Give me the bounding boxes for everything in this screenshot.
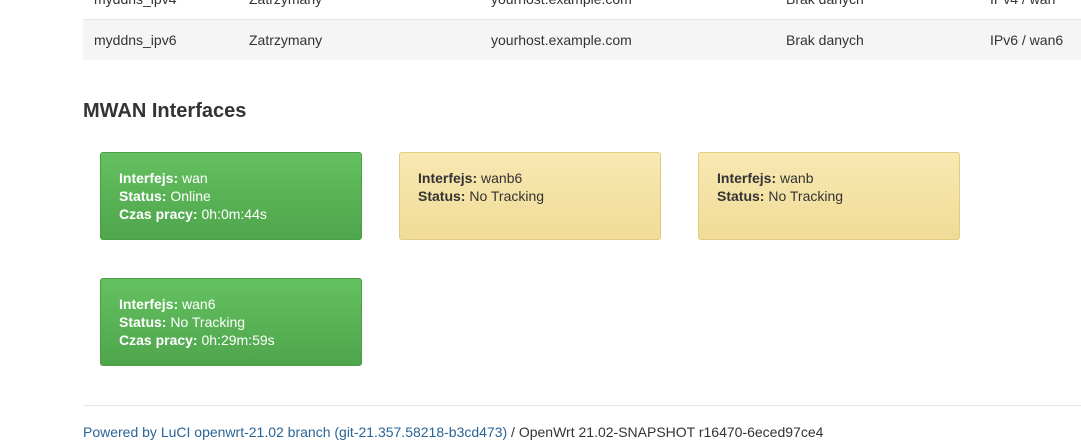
firmware-version: OpenWrt 21.02-SNAPSHOT r16470-6eced97ce4 xyxy=(518,424,824,440)
label-interface: Interfejs: xyxy=(418,170,478,186)
ddns-address: Brak danych xyxy=(786,0,864,19)
mwan-card-wan6: Interfejs: wan6 Status: No Tracking Czas… xyxy=(100,278,362,366)
ddns-table: myddns_ipv4 Zatrzymany yourhost.example.… xyxy=(83,0,1081,60)
card-line-interface: Interfejs: wanb6 xyxy=(418,169,642,187)
ddns-state: Zatrzymany xyxy=(249,0,322,19)
card-line-interface: Interfejs: wanb xyxy=(717,169,941,187)
value-interface: wanb6 xyxy=(481,170,523,186)
card-line-interface: Interfejs: wan6 xyxy=(119,295,343,313)
label-status: Status: xyxy=(717,188,765,204)
label-interface: Interfejs: xyxy=(119,170,179,186)
mwan-card-wan: Interfejs: wan Status: Online Czas pracy… xyxy=(100,152,362,240)
value-interface: wan6 xyxy=(182,296,216,312)
value-status: No Tracking xyxy=(469,188,545,204)
page: myddns_ipv4 Zatrzymany yourhost.example.… xyxy=(0,0,1081,446)
ddns-host: yourhost.example.com xyxy=(491,0,632,19)
ddns-name: myddns_ipv4 xyxy=(94,0,177,19)
label-uptime: Czas pracy: xyxy=(119,206,198,222)
ddns-network: IPv4 / wan xyxy=(990,0,1055,19)
table-row: myddns_ipv4 Zatrzymany yourhost.example.… xyxy=(83,0,1081,19)
label-status: Status: xyxy=(119,188,167,204)
card-line-uptime: Czas pracy: 0h:29m:59s xyxy=(119,331,343,349)
ddns-state: Zatrzymany xyxy=(249,32,323,48)
card-line-status: Status: No Tracking xyxy=(717,187,941,205)
mwan-card-wanb6: Interfejs: wanb6 Status: No Tracking xyxy=(399,152,661,240)
ddns-network: IPv6 / wan6 xyxy=(990,32,1064,48)
table-row: myddns_ipv6 Zatrzymany yourhost.example.… xyxy=(83,19,1081,60)
label-interface: Interfejs: xyxy=(717,170,777,186)
label-status: Status: xyxy=(418,188,466,204)
value-uptime: 0h:0m:44s xyxy=(201,206,267,222)
card-line-status: Status: No Tracking xyxy=(418,187,642,205)
ddns-name: myddns_ipv6 xyxy=(94,32,177,48)
mwan-card-wanb: Interfejs: wanb Status: No Tracking xyxy=(698,152,960,240)
card-line-uptime: Czas pracy: 0h:0m:44s xyxy=(119,205,343,223)
value-interface: wan xyxy=(182,170,208,186)
card-line-status: Status: No Tracking xyxy=(119,313,343,331)
value-status: Online xyxy=(170,188,211,204)
value-status: No Tracking xyxy=(170,314,246,330)
footer: Powered by LuCI openwrt-21.02 branch (gi… xyxy=(83,405,1081,441)
label-uptime: Czas pracy: xyxy=(119,332,198,348)
card-line-status: Status: Online xyxy=(119,187,343,205)
label-interface: Interfejs: xyxy=(119,296,179,312)
ddns-host: yourhost.example.com xyxy=(491,32,632,48)
value-status: No Tracking xyxy=(768,188,844,204)
luci-link[interactable]: Powered by LuCI openwrt-21.02 branch (gi… xyxy=(83,424,507,440)
label-status: Status: xyxy=(119,314,167,330)
card-line-interface: Interfejs: wan xyxy=(119,169,343,187)
section-title-mwan: MWAN Interfaces xyxy=(83,100,247,122)
footer-separator: / xyxy=(507,424,519,440)
value-uptime: 0h:29m:59s xyxy=(201,332,275,348)
value-interface: wanb xyxy=(780,170,814,186)
ddns-address: Brak danych xyxy=(786,32,864,48)
